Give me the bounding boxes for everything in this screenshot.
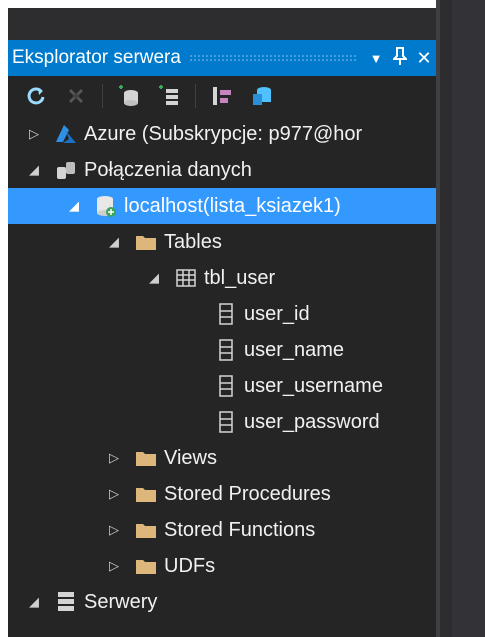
stop-icon[interactable] <box>62 82 90 110</box>
tree-item-label: Połączenia danych <box>84 158 252 181</box>
tree-item-udfs[interactable]: ▷ UDFs <box>8 548 485 584</box>
pin-icon[interactable] <box>388 46 412 70</box>
database-icon <box>94 194 118 218</box>
collapse-arrow-icon[interactable]: ◢ <box>64 196 84 216</box>
folder-icon <box>134 446 158 470</box>
tree-item-column[interactable]: user_id <box>8 296 485 332</box>
tree-item-label: UDFs <box>164 554 216 577</box>
server-explorer-panel: Eksplorator serwera ▼ ✕ ▷ Azure (Subskry… <box>8 40 436 637</box>
expand-arrow-icon[interactable]: ▷ <box>104 448 124 468</box>
tree-item-column[interactable]: user_password <box>8 404 485 440</box>
column-icon <box>214 374 238 398</box>
expand-arrow-icon[interactable]: ▷ <box>104 484 124 504</box>
tree-item-label: user_id <box>244 302 310 325</box>
tree-item-label: tbl_user <box>204 266 276 289</box>
folder-icon <box>134 554 158 578</box>
tree-item-label: Stored Functions <box>164 518 316 541</box>
table-icon <box>174 266 198 290</box>
tree-item-azure[interactable]: ▷ Azure (Subskrypcje: p977@hor <box>8 116 452 152</box>
tree-item-label: Views <box>164 446 217 469</box>
panel-title: Eksplorator serwera <box>12 47 181 68</box>
tree-item-column[interactable]: user_username <box>8 368 485 404</box>
folder-icon <box>134 482 158 506</box>
sql-server-icon[interactable] <box>248 82 276 110</box>
servers-icon <box>54 590 78 614</box>
dropdown-icon[interactable]: ▼ <box>364 51 388 66</box>
tree-item-label: localhost(lista_ksiazek1) <box>124 194 341 217</box>
filter-icon[interactable] <box>208 82 236 110</box>
tree-item-stored-procedures[interactable]: ▷ Stored Procedures <box>8 476 485 512</box>
folder-icon <box>134 518 158 542</box>
tree-item-label: Azure (Subskrypcje: p977@hor <box>84 122 363 145</box>
folder-icon <box>134 230 158 254</box>
tree-item-label: Tables <box>164 230 222 253</box>
tree-item-localhost[interactable]: ◢ localhost(lista_ksiazek1) <box>8 188 436 224</box>
azure-icon <box>54 122 78 146</box>
tree-item-tbl-user[interactable]: ◢ tbl_user <box>8 260 485 296</box>
tree-item-tables[interactable]: ◢ Tables <box>8 224 485 260</box>
panel-titlebar: Eksplorator serwera ▼ ✕ <box>8 40 436 76</box>
drag-grip[interactable] <box>188 54 356 62</box>
collapse-arrow-icon[interactable]: ◢ <box>24 160 44 180</box>
toolbar <box>8 76 436 116</box>
connect-to-database-icon[interactable] <box>115 82 143 110</box>
tree-item-column[interactable]: user_name <box>8 332 485 368</box>
data-connections-icon <box>54 158 78 182</box>
tree-item-label: Serwery <box>84 590 158 613</box>
tree-item-label: Stored Procedures <box>164 482 331 505</box>
tree-item-label: user_username <box>244 374 383 397</box>
tree-item-label: user_password <box>244 410 380 433</box>
top-area <box>8 8 436 40</box>
tree-item-servers[interactable]: ◢ Serwery <box>8 584 452 620</box>
close-icon[interactable]: ✕ <box>412 48 436 69</box>
tree-item-label: user_name <box>244 338 345 361</box>
expand-arrow-icon[interactable]: ▷ <box>104 556 124 576</box>
expand-arrow-icon[interactable]: ▷ <box>104 520 124 540</box>
column-icon <box>214 338 238 362</box>
collapse-arrow-icon[interactable]: ◢ <box>24 592 44 612</box>
tree-item-stored-functions[interactable]: ▷ Stored Functions <box>8 512 485 548</box>
collapse-arrow-icon[interactable]: ◢ <box>104 232 124 252</box>
refresh-icon[interactable] <box>22 82 50 110</box>
column-icon <box>214 302 238 326</box>
column-icon <box>214 410 238 434</box>
tree-item-views[interactable]: ▷ Views <box>8 440 485 476</box>
expand-arrow-icon[interactable]: ▷ <box>24 124 44 144</box>
tree-item-data-connections[interactable]: ◢ Połączenia danych <box>8 152 452 188</box>
connect-to-server-icon[interactable] <box>155 82 183 110</box>
collapse-arrow-icon[interactable]: ◢ <box>144 268 164 288</box>
